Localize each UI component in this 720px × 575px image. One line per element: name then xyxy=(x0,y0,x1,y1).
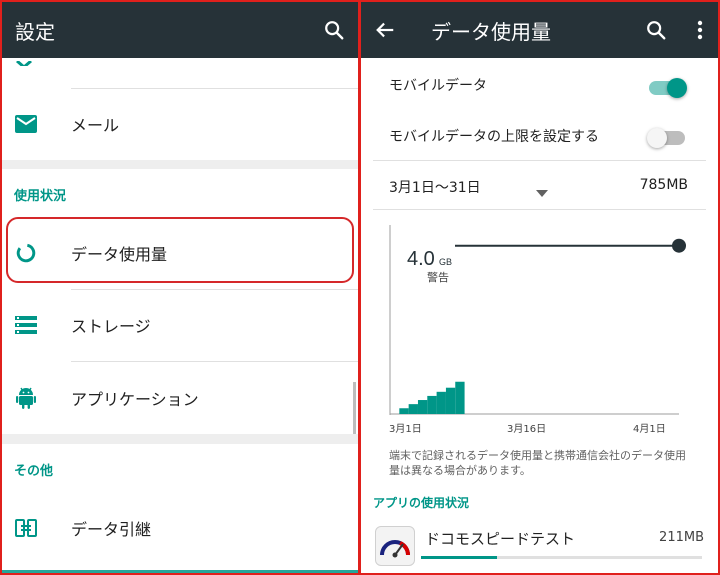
app-usage-row[interactable]: ドコモスピードテスト 211MB xyxy=(361,516,718,573)
storage-icon xyxy=(14,313,38,337)
panel-divider xyxy=(358,0,361,575)
usage-step xyxy=(455,381,465,414)
search-icon[interactable] xyxy=(632,2,680,58)
usage-step xyxy=(408,404,418,414)
mobile-data-toggle[interactable] xyxy=(649,78,687,98)
page-title: 設定 xyxy=(15,19,55,44)
x-axis-label: 3月16日 xyxy=(507,424,547,435)
settings-item-label: メール xyxy=(71,116,120,135)
partial-icon xyxy=(14,56,34,66)
page-title: データ使用量 xyxy=(431,19,551,44)
divider xyxy=(373,209,706,210)
dropdown-arrow-icon[interactable] xyxy=(536,182,548,201)
warning-value: 4.0 xyxy=(407,248,435,270)
highlight-outline xyxy=(6,217,354,283)
app-data-usage: 211MB xyxy=(659,530,704,545)
transfer-icon xyxy=(14,516,38,540)
data-usage-app-bar: データ使用量 xyxy=(361,2,718,58)
toggle-knob xyxy=(667,78,687,98)
settings-app-bar: 設定 xyxy=(2,2,358,58)
email-icon xyxy=(14,112,38,136)
usage-area xyxy=(399,381,465,414)
usage-step xyxy=(436,391,446,414)
usage-step xyxy=(427,395,437,414)
android-icon xyxy=(14,386,38,410)
cycle-total-usage: 785MB xyxy=(639,177,688,193)
settings-card-other: その他 データ引継 xyxy=(2,444,358,573)
settings-item-data-transfer[interactable]: データ引継 xyxy=(2,492,358,564)
settings-item-applications[interactable]: アプリケーション xyxy=(2,361,358,434)
bottom-accent-bar xyxy=(2,570,358,573)
data-usage-screen: データ使用量 モバイルデータ モバイルデータの上限を設定する 3月1日～31日 … xyxy=(361,2,718,573)
more-vert-icon[interactable] xyxy=(676,2,718,58)
settings-screen: 設定 メール 使用状況 データ使用量 ストレージ アプリケーション その他 デー… xyxy=(2,2,358,573)
warning-handle[interactable] xyxy=(672,238,686,253)
back-arrow-icon[interactable] xyxy=(361,2,409,58)
settings-card-top: メール xyxy=(2,58,358,160)
warning-label: 警告 xyxy=(427,270,449,284)
usage-disclaimer: 端末で記録されるデータ使用量と携帯通信会社のデータ使用量は異なる場合があります。 xyxy=(389,449,686,477)
data-usage-chart: 4.0 GB 警告 xyxy=(389,225,686,415)
billing-cycle-label[interactable]: 3月1日～31日 xyxy=(389,177,481,197)
settings-item-storage[interactable]: ストレージ xyxy=(2,289,358,361)
data-limit-toggle[interactable] xyxy=(647,128,685,148)
settings-item-label: ストレージ xyxy=(71,317,151,336)
settings-item-mail[interactable]: メール xyxy=(2,88,358,160)
divider xyxy=(373,160,706,161)
data-limit-label: モバイルデータの上限を設定する xyxy=(389,129,599,145)
section-header-app-usage: アプリの使用状況 xyxy=(373,496,470,510)
app-icon xyxy=(375,526,415,566)
app-name: ドコモスピードテスト xyxy=(425,530,576,548)
mobile-data-label: モバイルデータ xyxy=(389,78,487,94)
app-usage-bar-fill xyxy=(421,556,497,559)
toggle-knob xyxy=(647,128,667,148)
search-icon[interactable] xyxy=(310,2,358,58)
settings-card-usage: 使用状況 データ使用量 ストレージ アプリケーション xyxy=(2,169,358,434)
warning-unit: GB xyxy=(439,257,452,267)
usage-step xyxy=(445,387,456,414)
app-usage-bar xyxy=(421,556,702,559)
x-axis-label: 4月1日 xyxy=(633,424,666,435)
settings-item-label: データ引継 xyxy=(71,520,152,539)
usage-step xyxy=(399,408,409,414)
settings-item-label: アプリケーション xyxy=(71,389,199,409)
scrollbar[interactable] xyxy=(353,382,356,434)
usage-step xyxy=(417,400,428,414)
x-axis-label: 3月1日 xyxy=(389,424,422,435)
section-header-usage: 使用状況 xyxy=(14,189,67,204)
section-header-other: その他 xyxy=(14,464,54,479)
